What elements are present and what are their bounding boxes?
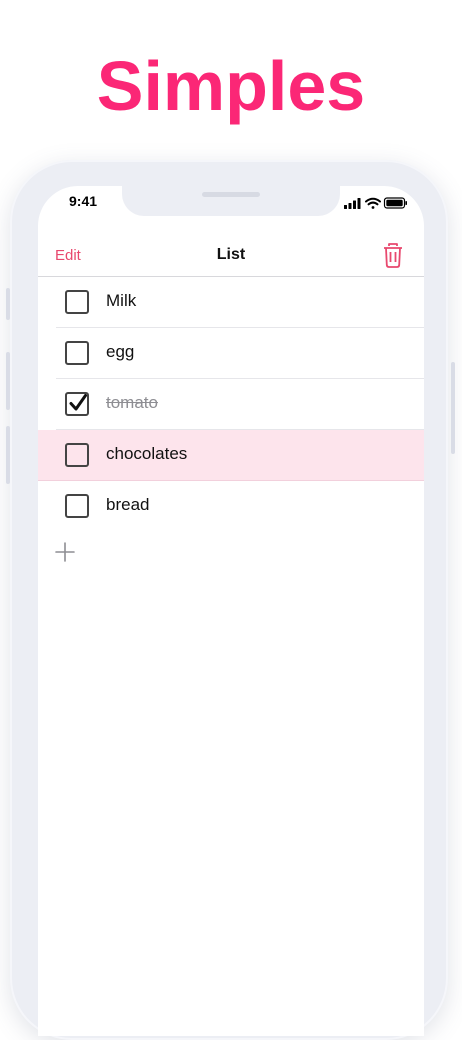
item-label: egg xyxy=(106,342,135,361)
item-label-completed: tomato xyxy=(106,393,158,412)
checkbox-unchecked[interactable] xyxy=(65,290,89,314)
wifi-icon xyxy=(365,197,381,209)
nav-title: List xyxy=(216,246,246,263)
trash-icon[interactable] xyxy=(383,242,403,268)
status-time: 9:41 xyxy=(69,193,98,209)
item-label: Milk xyxy=(106,291,137,310)
checkbox-unchecked[interactable] xyxy=(65,443,89,467)
phone-volume-down-button xyxy=(6,426,10,484)
notch xyxy=(122,186,340,216)
phone-power-button xyxy=(451,362,455,454)
list-item[interactable]: egg xyxy=(56,328,424,379)
list-item[interactable]: tomato xyxy=(56,379,424,430)
headline: Simples xyxy=(96,47,366,125)
phone-side-button xyxy=(6,288,10,320)
edit-button[interactable]: Edit xyxy=(55,247,81,264)
list-item[interactable]: Milk xyxy=(56,277,424,328)
cellular-signal-icon xyxy=(344,198,361,209)
checkmark-icon xyxy=(69,394,87,411)
phone-volume-up-button xyxy=(6,352,10,410)
todo-list: Milk egg tomato chocolates bread xyxy=(38,277,424,531)
checkbox-unchecked[interactable] xyxy=(65,341,89,365)
list-item-selected[interactable]: chocolates xyxy=(38,430,424,481)
item-label: bread xyxy=(106,495,150,514)
speaker-grille xyxy=(202,192,260,197)
battery-icon xyxy=(383,197,407,209)
status-icons xyxy=(344,196,408,210)
navigation-bar: Edit List xyxy=(38,236,424,277)
phone-screen: 9:41 Edit List Milk egg tomato chocolate… xyxy=(38,186,424,1036)
item-label: chocolates xyxy=(106,444,188,463)
checkbox-checked[interactable] xyxy=(65,392,89,416)
plus-icon[interactable] xyxy=(55,542,75,562)
list-item[interactable]: bread xyxy=(56,481,424,531)
checkbox-unchecked[interactable] xyxy=(65,494,89,518)
